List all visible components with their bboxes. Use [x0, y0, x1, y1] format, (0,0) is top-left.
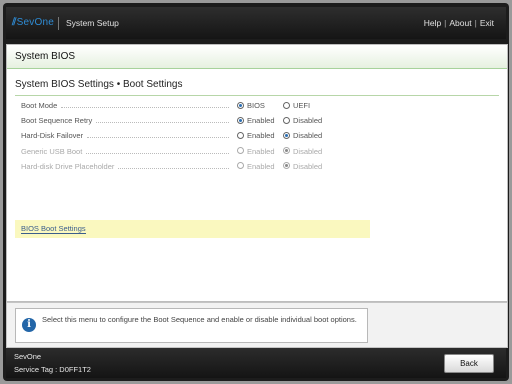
setting-row: Generic USB Boot Enabled Disabled [21, 147, 361, 159]
back-button[interactable]: Back [444, 354, 494, 373]
radio-button[interactable] [283, 101, 290, 109]
setting-row: Boot Mode BIOS UEFI [21, 101, 361, 113]
service-tag: Service Tag : D0FF1T2 [14, 365, 91, 374]
radio-label: Enabled [247, 131, 275, 141]
radio-button [283, 162, 290, 170]
setting-row: Hard-disk Drive Placeholder Enabled Disabl… [21, 162, 361, 174]
page-title: System BIOS Settings • Boot Settings [15, 79, 183, 90]
help-link[interactable]: Help [424, 18, 441, 28]
title-separator [58, 17, 59, 30]
radio-label: Disabled [293, 131, 323, 141]
help-bar: i Select this menu to configure the Boot… [6, 302, 508, 348]
top-bar: ⫽SevOne System Setup Help | About | Exit [6, 7, 506, 39]
radio-label: Disabled [293, 116, 323, 126]
radio-label: Enabled [247, 146, 275, 156]
radio-label: Enabled [247, 161, 275, 171]
title-divider [15, 95, 499, 96]
bios-boot-settings-link[interactable]: BIOS Boot Settings [21, 224, 86, 234]
section-title: System BIOS [7, 45, 507, 69]
app-title: System Setup [66, 18, 119, 28]
setting-label: Boot Mode [21, 101, 58, 110]
setting-label: Hard-disk Drive Placeholder [21, 161, 115, 171]
radio-button [237, 162, 244, 170]
help-box: i Select this menu to configure the Boot… [15, 308, 368, 343]
radio-option[interactable]: Disabled [283, 131, 322, 140]
bios-boot-settings-row[interactable]: BIOS Boot Settings [15, 220, 370, 238]
radio-option: Enabled [237, 162, 275, 171]
radio-option[interactable]: Enabled [237, 116, 275, 125]
radio-button[interactable] [237, 101, 244, 109]
radio-label: Disabled [293, 161, 323, 171]
radio-button [283, 147, 290, 155]
radio-button [237, 147, 244, 155]
radio-option: Disabled [283, 147, 322, 156]
radio-option[interactable]: Disabled [283, 116, 322, 125]
radio-option[interactable]: UEFI [283, 101, 310, 110]
setting-row: Hard-Disk Failover Enabled Disabled [21, 131, 361, 143]
content-panel: System BIOS System BIOS Settings • Boot … [6, 44, 508, 302]
radio-label: Disabled [293, 146, 323, 156]
footer-bar: SevOne Service Tag : D0FF1T2 Back [6, 348, 506, 378]
radio-button[interactable] [283, 116, 290, 124]
leader-dots [61, 107, 229, 108]
footer-product: SevOne [14, 352, 42, 361]
setting-label: Hard-Disk Failover [21, 131, 84, 141]
radio-label: UEFI [293, 101, 311, 110]
radio-option: Disabled [283, 162, 322, 171]
radio-option: Enabled [237, 147, 275, 156]
radio-button[interactable] [237, 131, 244, 139]
leader-dots [87, 137, 229, 139]
leader-dots [118, 167, 229, 169]
top-links: Help | About | Exit [423, 18, 494, 28]
sevone-logo: ⫽SevOne [12, 17, 55, 28]
radio-option[interactable]: BIOS [237, 101, 265, 110]
leader-dots [96, 122, 229, 124]
radio-button[interactable] [237, 116, 244, 124]
setting-row: Boot Sequence Retry Enabled Disabled [21, 116, 361, 128]
radio-button[interactable] [283, 131, 290, 139]
radio-option[interactable]: Enabled [237, 131, 275, 140]
radio-label: BIOS [247, 101, 265, 110]
setting-label: Generic USB Boot [21, 146, 83, 156]
radio-label: Enabled [247, 116, 275, 126]
help-text: Select this menu to configure the Boot S… [42, 315, 357, 324]
leader-dots [86, 152, 229, 154]
info-icon: i [22, 318, 36, 332]
about-link[interactable]: About [449, 18, 471, 28]
setting-label: Boot Sequence Retry [21, 116, 93, 126]
exit-link[interactable]: Exit [480, 18, 494, 28]
